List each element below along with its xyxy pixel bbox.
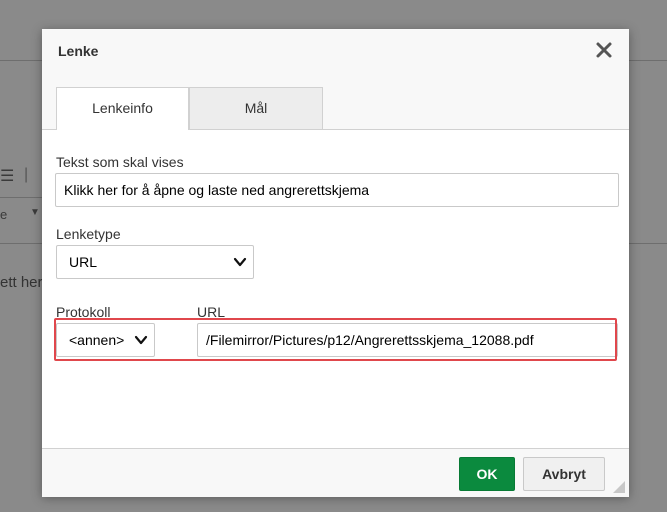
link-type-select[interactable]: URL bbox=[56, 245, 254, 279]
display-text-label: Tekst som skal vises bbox=[56, 154, 184, 170]
toolbar-separator-icon: | bbox=[24, 166, 29, 183]
toolbar-dropdown-text: e bbox=[0, 207, 8, 222]
editor-partial-text: ett her bbox=[0, 274, 43, 291]
bg-divider bbox=[0, 243, 42, 244]
dialog-header: Lenke bbox=[42, 29, 629, 74]
bg-divider bbox=[0, 197, 42, 198]
resize-handle-icon[interactable] bbox=[613, 481, 625, 493]
list-icon: ☰ bbox=[0, 168, 15, 185]
tab-bar: Lenkeinfo Mål bbox=[42, 73, 629, 130]
tab-lenkeinfo[interactable]: Lenkeinfo bbox=[56, 87, 189, 130]
cancel-button[interactable]: Avbryt bbox=[523, 457, 605, 491]
bg-divider bbox=[0, 60, 42, 61]
dialog-footer: OK Avbryt bbox=[42, 448, 629, 497]
tab-maal[interactable]: Mål bbox=[189, 87, 323, 129]
bg-divider bbox=[629, 243, 667, 244]
ok-button[interactable]: OK bbox=[459, 457, 515, 491]
display-text-input[interactable]: Klikk her for å åpne og laste ned angrer… bbox=[55, 173, 619, 207]
dialog-title: Lenke bbox=[58, 43, 99, 59]
close-button[interactable] bbox=[593, 39, 615, 61]
chevron-down-icon bbox=[233, 257, 247, 267]
bg-divider bbox=[629, 60, 667, 61]
link-type-value: URL bbox=[69, 254, 98, 270]
link-dialog: Lenke Lenkeinfo Mål Tekst som skal vises… bbox=[42, 29, 629, 497]
close-icon bbox=[596, 42, 612, 58]
chevron-down-icon: ▼ bbox=[30, 207, 40, 218]
protocol-url-highlight bbox=[54, 318, 617, 361]
link-type-label: Lenketype bbox=[56, 226, 121, 242]
